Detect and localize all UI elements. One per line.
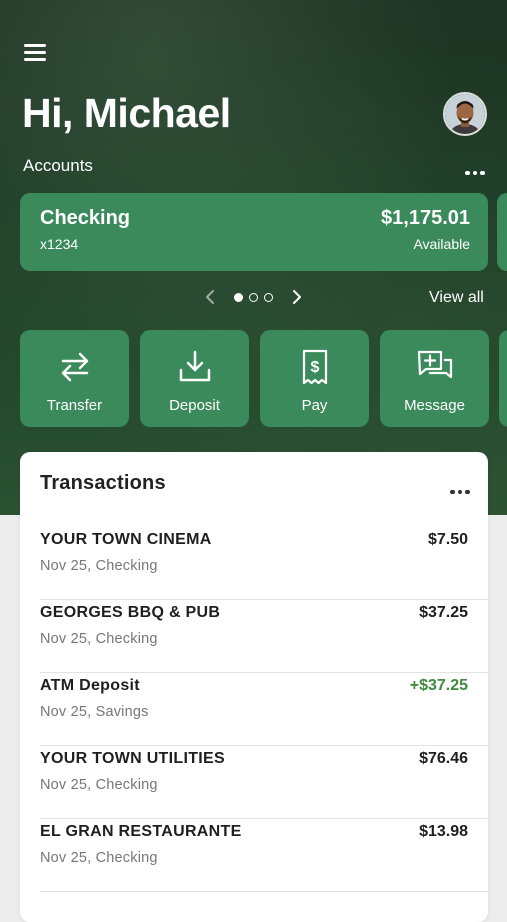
accounts-label: Accounts xyxy=(23,156,93,175)
transaction-amount: $76.46 xyxy=(419,750,468,767)
menu-icon-bar xyxy=(24,51,46,54)
message-button[interactable]: Message xyxy=(380,330,489,427)
dot xyxy=(450,489,455,494)
transaction-name: EL GRAN RESTAURANTE xyxy=(40,823,242,840)
dot xyxy=(472,170,477,175)
pager-dot-active[interactable] xyxy=(234,293,243,302)
transaction-amount-credit: +$37.25 xyxy=(409,677,468,694)
view-all-link[interactable]: View all xyxy=(429,289,484,307)
account-card-checking[interactable]: Checking x1234 $1,175.01 Available xyxy=(20,193,488,271)
accounts-more-button[interactable] xyxy=(465,162,488,180)
deposit-button[interactable]: Deposit xyxy=(140,330,249,427)
transaction-amount: $37.25 xyxy=(419,604,468,621)
pager-dot[interactable] xyxy=(264,293,273,302)
menu-button[interactable] xyxy=(24,44,46,64)
message-label: Message xyxy=(404,397,465,414)
transfer-button[interactable]: Transfer xyxy=(20,330,129,427)
transfer-label: Transfer xyxy=(46,397,103,414)
account-name: Checking xyxy=(40,207,131,229)
transaction-row[interactable]: GEORGES BBQ & PUB Nov 25, Checking $37.2… xyxy=(20,600,488,673)
pager-dot[interactable] xyxy=(249,293,258,302)
transaction-amount: $13.98 xyxy=(419,823,468,840)
svg-text:$: $ xyxy=(310,359,319,376)
dot xyxy=(480,170,485,175)
pager-prev-button[interactable] xyxy=(204,288,216,311)
menu-icon-bar xyxy=(24,58,46,61)
transaction-row[interactable]: EL GRAN RESTAURANTE Nov 25, Checking $13… xyxy=(20,819,488,892)
dot xyxy=(465,489,470,494)
deposit-label: Deposit xyxy=(169,397,220,414)
pay-icon: $ xyxy=(302,349,327,385)
transaction-meta: Nov 25, Checking xyxy=(40,850,158,866)
transaction-meta: Nov 25, Savings xyxy=(40,704,149,720)
account-number: x1234 xyxy=(40,236,79,252)
transaction-row[interactable]: YOUR TOWN CINEMA Nov 25, Checking $7.50 xyxy=(20,527,488,600)
pay-label: Pay xyxy=(301,397,328,414)
dot xyxy=(465,170,470,175)
account-card-next[interactable] xyxy=(497,193,507,271)
transaction-name: YOUR TOWN CINEMA xyxy=(40,531,212,548)
message-icon xyxy=(417,350,452,379)
menu-icon-bar xyxy=(24,44,46,47)
avatar-image xyxy=(445,94,485,134)
transaction-name: ATM Deposit xyxy=(40,677,140,694)
transfer-icon xyxy=(61,352,88,382)
dot xyxy=(457,489,462,494)
transaction-amount: $7.50 xyxy=(427,531,468,548)
pay-button[interactable]: $ Pay xyxy=(260,330,369,427)
transaction-meta: Nov 25, Checking xyxy=(40,777,158,793)
chevron-right-icon xyxy=(293,290,301,304)
transaction-meta: Nov 25, Checking xyxy=(40,631,158,647)
transaction-meta: Nov 25, Checking xyxy=(40,558,158,574)
transactions-panel: Transactions YOUR TOWN CINEMA Nov 25, Ch… xyxy=(20,452,488,922)
row-divider xyxy=(40,891,488,892)
account-balance: $1,175.01 xyxy=(381,207,470,229)
account-balance-label: Available xyxy=(413,236,470,252)
transactions-title: Transactions xyxy=(40,472,166,494)
transaction-row[interactable]: YOUR TOWN UTILITIES Nov 25, Checking $76… xyxy=(20,746,488,819)
deposit-icon xyxy=(179,350,210,382)
profile-avatar[interactable] xyxy=(443,92,487,136)
greeting-title: Hi, Michael xyxy=(22,90,231,136)
transactions-more-button[interactable] xyxy=(450,481,473,499)
transaction-name: GEORGES BBQ & PUB xyxy=(40,604,221,621)
chevron-left-icon xyxy=(206,290,214,304)
transaction-name: YOUR TOWN UTILITIES xyxy=(40,750,225,767)
action-button-next[interactable] xyxy=(499,330,507,427)
pager-next-button[interactable] xyxy=(291,288,303,311)
transaction-row[interactable]: ATM Deposit Nov 25, Savings +$37.25 xyxy=(20,673,488,746)
